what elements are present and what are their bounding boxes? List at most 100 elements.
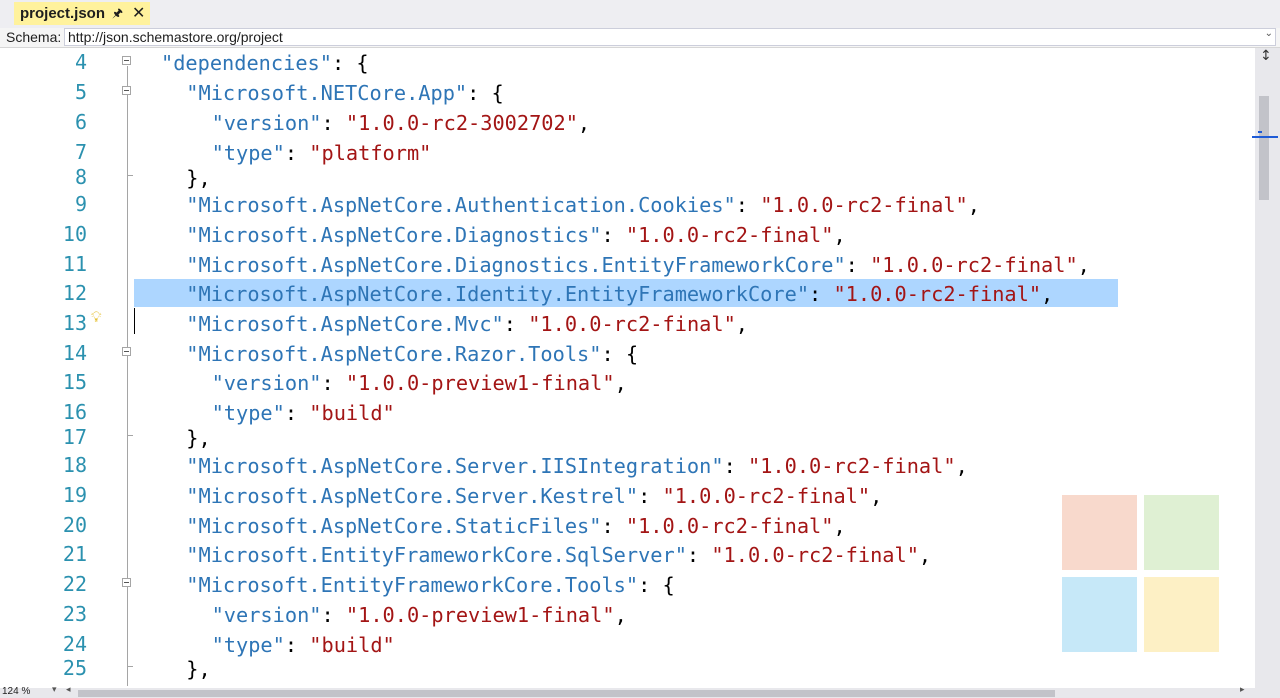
json-punctuation: :	[321, 371, 346, 395]
line-number: 16	[62, 400, 87, 424]
json-punctuation: },	[186, 657, 211, 681]
code-text: "Microsoft.AspNetCore.Diagnostics": "1.0…	[186, 220, 845, 250]
line-number: 9	[74, 192, 87, 216]
vertical-scroll-thumb[interactable]	[1259, 96, 1269, 200]
code-editor[interactable]: 4 "dependencies": {5 "Microsoft.NETCore.Ap…	[0, 48, 1255, 688]
code-line[interactable]: 25},	[0, 654, 1255, 684]
json-string: "1.0.0-rc2-final"	[760, 193, 968, 217]
line-number: 15	[62, 370, 87, 394]
json-string: "1.0.0-rc2-final"	[625, 223, 834, 247]
collapse-icon[interactable]	[122, 56, 131, 65]
code-line[interactable]: 18 "Microsoft.AspNetCore.Server.IISIntegr…	[0, 451, 1255, 481]
code-line[interactable]: 14 "Microsoft.AspNetCore.Razor.Tools": {	[0, 339, 1255, 369]
code-line[interactable]: 17},	[0, 423, 1255, 453]
json-string: "1.0.0-rc2-final"	[747, 454, 956, 478]
lightbulb-icon[interactable]: 💡︎	[91, 308, 102, 326]
watermark-tile-red	[1062, 495, 1137, 570]
outline-end-tick	[127, 666, 133, 667]
json-string: "platform"	[309, 141, 432, 165]
chevron-down-icon[interactable]: ⌄	[1265, 28, 1273, 39]
collapse-icon[interactable]	[122, 347, 131, 356]
line-number: 17	[62, 425, 87, 449]
json-key: "Microsoft.EntityFrameworkCore.Tools"	[186, 573, 639, 597]
line-number: 8	[74, 165, 87, 189]
json-punctuation: :	[601, 223, 626, 247]
json-key: "Microsoft.AspNetCore.Mvc"	[186, 312, 504, 336]
code-line[interactable]: 10 "Microsoft.AspNetCore.Diagnostics": "1…	[0, 220, 1255, 250]
json-string: "build"	[309, 401, 395, 425]
json-punctuation: ,	[967, 193, 980, 217]
schema-bar: Schema: http://json.schemastore.org/proj…	[0, 28, 1280, 48]
schema-label: Schema:	[6, 29, 62, 45]
json-punctuation: ,	[955, 454, 968, 478]
text-caret	[134, 308, 135, 334]
json-punctuation: ,	[1041, 282, 1054, 306]
tab-strip: project.json 🖈︎ ✕	[0, 0, 1280, 28]
json-punctuation: :	[686, 543, 712, 567]
json-string: "1.0.0-rc2-final"	[625, 514, 834, 538]
json-punctuation: ,	[735, 312, 748, 336]
collapse-icon[interactable]	[122, 578, 131, 587]
json-key: "Microsoft.AspNetCore.StaticFiles"	[186, 514, 602, 538]
code-line[interactable]: 15 "version": "1.0.0-preview1-final",	[0, 368, 1255, 398]
line-number: 13	[62, 311, 87, 335]
code-line[interactable]: 8},	[0, 163, 1255, 193]
json-key: "Microsoft.AspNetCore.Server.Kestrel"	[186, 484, 639, 508]
line-number: 23	[62, 602, 87, 626]
code-text: "version": "1.0.0-rc2-3002702",	[212, 108, 591, 138]
json-punctuation: ,	[833, 223, 846, 247]
json-key: "Microsoft.AspNetCore.Diagnostics.Entity…	[186, 253, 846, 277]
code-line[interactable]: 11 "Microsoft.AspNetCore.Diagnostics.Enti…	[0, 250, 1255, 280]
scroll-right-icon[interactable]: ▸	[1240, 685, 1245, 695]
code-line[interactable]: 6 "version": "1.0.0-rc2-3002702",	[0, 108, 1255, 138]
line-number: 20	[62, 513, 87, 537]
line-number: 6	[74, 110, 87, 134]
close-icon[interactable]: ✕	[132, 3, 145, 22]
json-key: "Microsoft.AspNetCore.Server.IISIntegrat…	[186, 454, 724, 478]
pin-icon[interactable]: 🖈︎	[112, 4, 123, 25]
code-line[interactable]: 5 "Microsoft.NETCore.App": {	[0, 78, 1255, 108]
tab-title[interactable]: project.json	[20, 5, 105, 22]
json-punctuation: ,	[918, 543, 932, 567]
collapse-icon[interactable]	[122, 86, 131, 95]
schema-value[interactable]: http://json.schemastore.org/project	[68, 29, 283, 45]
line-number: 5	[74, 80, 87, 104]
chevron-down-icon[interactable]: ▾	[52, 685, 57, 695]
watermark-tile-green	[1144, 495, 1219, 570]
horizontal-scroll-thumb[interactable]	[78, 690, 1055, 697]
line-number: 21	[62, 542, 87, 566]
json-punctuation: :	[809, 282, 834, 306]
line-number: 19	[62, 483, 87, 507]
line-number: 11	[62, 252, 87, 276]
json-punctuation: :	[503, 312, 529, 336]
scroll-marker	[1258, 131, 1262, 133]
schema-select[interactable]: http://json.schemastore.org/project ⌄	[64, 28, 1276, 46]
watermark-tile-yellow	[1144, 577, 1219, 652]
json-punctuation: },	[186, 426, 211, 450]
code-line[interactable]: 13 "Microsoft.AspNetCore.Mvc": "1.0.0-rc2…	[0, 309, 1255, 339]
code-text: "Microsoft.AspNetCore.Identity.EntityFra…	[186, 279, 1053, 309]
code-line[interactable]: 12 "Microsoft.AspNetCore.Identity.EntityF…	[0, 279, 1255, 309]
json-string: "1.0.0-rc2-3002702"	[345, 111, 578, 135]
code-text: "Microsoft.EntityFrameworkCore.Tools": {	[186, 570, 674, 600]
line-number: 24	[62, 632, 87, 656]
zoom-level[interactable]: 124 %	[2, 686, 30, 697]
line-number: 22	[62, 572, 87, 596]
scroll-left-icon[interactable]: ◂	[66, 685, 71, 695]
json-punctuation: ,	[614, 603, 627, 627]
json-string: "1.0.0-preview1-final"	[345, 371, 615, 395]
json-key: "dependencies"	[161, 51, 332, 75]
code-text: "Microsoft.EntityFrameworkCore.SqlServer…	[186, 540, 931, 570]
code-line[interactable]: 4 "dependencies": {	[0, 48, 1255, 78]
json-punctuation: ,	[577, 111, 591, 135]
json-key: "Microsoft.AspNetCore.Diagnostics"	[186, 223, 602, 247]
line-number: 25	[62, 656, 87, 680]
watermark-tile-blue	[1062, 577, 1137, 652]
json-punctuation: ,	[833, 514, 846, 538]
vertical-scrollbar[interactable]: ↕	[1252, 48, 1280, 688]
json-punctuation: : {	[467, 81, 504, 105]
split-window-icon[interactable]: ↕	[1260, 48, 1272, 64]
tab-project-json[interactable]: project.json 🖈︎ ✕	[14, 2, 150, 25]
code-text: "Microsoft.AspNetCore.Diagnostics.Entity…	[186, 250, 1090, 280]
code-line[interactable]: 9 "Microsoft.AspNetCore.Authentication.Co…	[0, 190, 1255, 220]
